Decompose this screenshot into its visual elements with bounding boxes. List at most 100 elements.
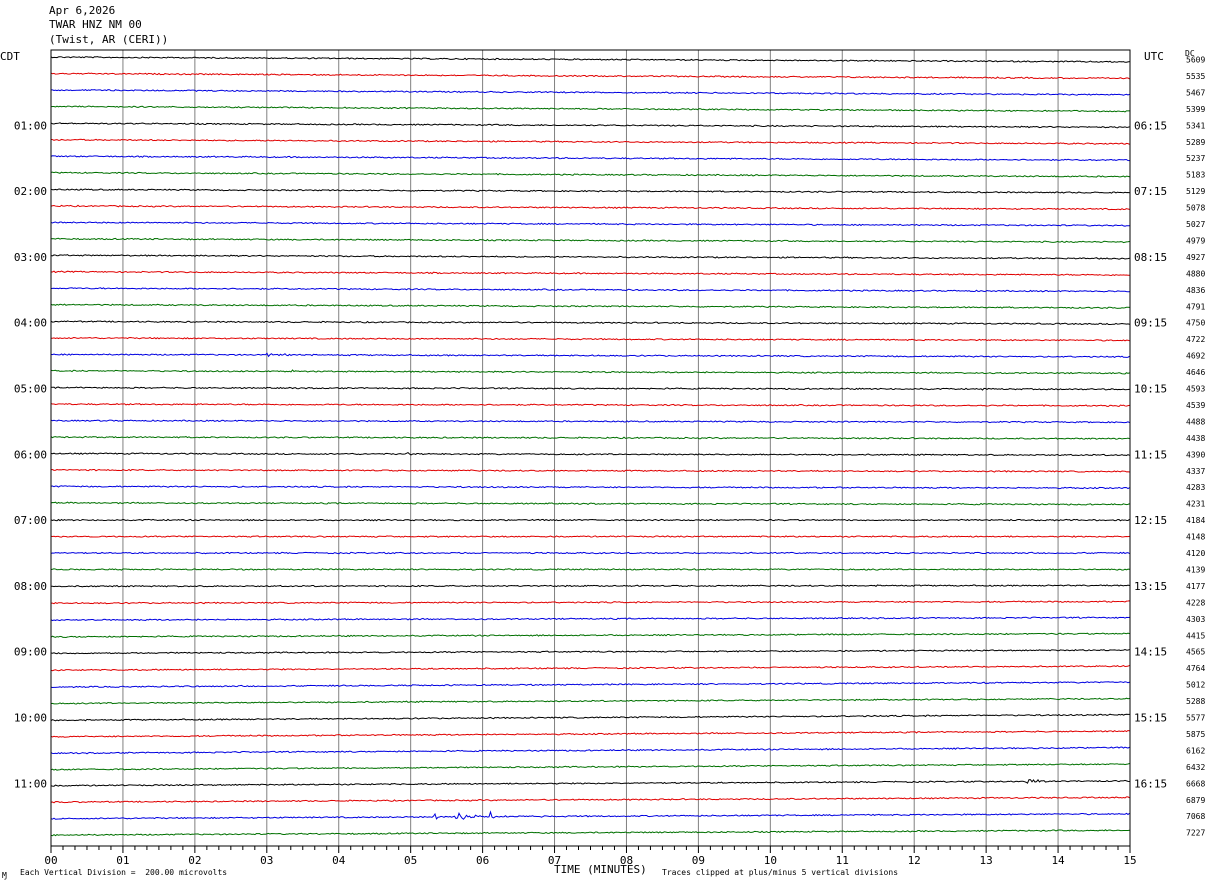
trace-line-24 bbox=[50, 451, 1130, 457]
dc-offset-label-1: 5535 bbox=[1186, 72, 1205, 81]
dc-offset-label-6: 5237 bbox=[1186, 154, 1205, 163]
trace-line-11 bbox=[50, 237, 1130, 244]
dc-offset-label-21: 4539 bbox=[1186, 401, 1205, 410]
dc-offset-label-2: 5467 bbox=[1186, 88, 1205, 97]
trace-line-44 bbox=[50, 779, 1130, 787]
left-hour-label-08:00: 08:00 bbox=[14, 580, 47, 593]
left-hour-label-03:00: 03:00 bbox=[14, 251, 47, 264]
left-hour-label-07:00: 07:00 bbox=[14, 514, 47, 527]
dc-offset-label-24: 4390 bbox=[1186, 450, 1205, 459]
dc-offset-label-27: 4231 bbox=[1186, 500, 1205, 509]
dc-offset-label-9: 5078 bbox=[1186, 204, 1205, 213]
x-tick-label-04: 04 bbox=[332, 854, 346, 867]
x-tick-label-13: 13 bbox=[980, 854, 993, 867]
trace-line-5 bbox=[50, 138, 1130, 145]
trace-line-15 bbox=[50, 303, 1130, 310]
dc-offset-label-40: 5577 bbox=[1186, 714, 1205, 723]
trace-line-40 bbox=[50, 713, 1130, 722]
dc-offset-label-12: 4927 bbox=[1186, 253, 1205, 262]
right-hour-label-14:15: 14:15 bbox=[1134, 646, 1167, 659]
trace-line-28 bbox=[50, 518, 1130, 522]
dc-offset-label-13: 4880 bbox=[1186, 269, 1205, 278]
trace-line-26 bbox=[50, 485, 1130, 490]
right-hour-label-13:15: 13:15 bbox=[1134, 580, 1167, 593]
dc-offset-label-14: 4836 bbox=[1186, 286, 1205, 295]
dc-offset-label-45: 6879 bbox=[1186, 796, 1205, 805]
dc-offset-label-5: 5289 bbox=[1186, 138, 1205, 147]
trace-line-33 bbox=[50, 600, 1130, 605]
trace-line-31 bbox=[50, 568, 1130, 571]
right-hour-label-11:15: 11:15 bbox=[1134, 448, 1167, 461]
right-hour-label-06:15: 06:15 bbox=[1134, 119, 1167, 132]
right-hour-label-08:15: 08:15 bbox=[1134, 251, 1167, 264]
trace-line-32 bbox=[50, 584, 1130, 588]
trace-line-25 bbox=[50, 468, 1130, 473]
left-timezone-label: CDT bbox=[0, 50, 20, 63]
x-tick-label-01: 01 bbox=[116, 854, 129, 867]
trace-line-16 bbox=[50, 320, 1130, 326]
trace-line-38 bbox=[50, 681, 1130, 689]
trace-line-21 bbox=[50, 402, 1130, 408]
trace-line-12 bbox=[50, 254, 1130, 260]
dc-offset-label-35: 4415 bbox=[1186, 631, 1205, 640]
trace-line-35 bbox=[50, 632, 1130, 638]
dc-offset-label-11: 4979 bbox=[1186, 236, 1205, 245]
dc-offset-label-30: 4120 bbox=[1186, 549, 1205, 558]
left-hour-label-11:00: 11:00 bbox=[14, 777, 47, 790]
dc-offset-label-43: 6432 bbox=[1186, 763, 1205, 772]
trace-line-19 bbox=[50, 369, 1130, 375]
trace-line-9 bbox=[50, 204, 1130, 211]
x-tick-label-14: 14 bbox=[1051, 854, 1065, 867]
right-hour-label-16:15: 16:15 bbox=[1134, 777, 1167, 790]
trace-line-34 bbox=[50, 616, 1130, 622]
dc-offset-label-47: 7227 bbox=[1186, 829, 1205, 838]
trace-line-39 bbox=[50, 697, 1130, 705]
x-tick-label-02: 02 bbox=[188, 854, 201, 867]
dc-offset-label-34: 4303 bbox=[1186, 615, 1205, 624]
trace-line-18 bbox=[50, 352, 1130, 359]
dc-offset-label-20: 4593 bbox=[1186, 385, 1205, 394]
trace-line-37 bbox=[50, 665, 1130, 672]
dc-offset-label-3: 5399 bbox=[1186, 105, 1205, 114]
dc-offset-label-33: 4228 bbox=[1186, 598, 1205, 607]
x-axis-title: TIME (MINUTES) bbox=[554, 863, 647, 876]
left-hour-label-04:00: 04:00 bbox=[14, 317, 47, 330]
x-tick-label-05: 05 bbox=[404, 854, 417, 867]
dc-offset-label-31: 4139 bbox=[1186, 565, 1205, 574]
seismogram-plot: 5609553554675399534152895237518351295078… bbox=[14, 49, 1205, 867]
trace-line-36 bbox=[50, 648, 1130, 655]
x-tick-label-15: 15 bbox=[1123, 854, 1136, 867]
dc-offset-label-16: 4750 bbox=[1186, 319, 1205, 328]
x-tick-label-06: 06 bbox=[476, 854, 489, 867]
dc-label: DC bbox=[1185, 49, 1195, 58]
x-tick-label-12: 12 bbox=[908, 854, 921, 867]
dc-offset-label-15: 4791 bbox=[1186, 302, 1205, 311]
x-tick-label-00: 00 bbox=[44, 854, 57, 867]
trace-line-29 bbox=[50, 535, 1130, 538]
dc-offset-label-46: 7068 bbox=[1186, 812, 1205, 821]
x-tick-label-10: 10 bbox=[764, 854, 777, 867]
left-hour-label-10:00: 10:00 bbox=[14, 712, 47, 725]
dc-offset-label-41: 5875 bbox=[1186, 730, 1205, 739]
dc-offset-label-19: 4646 bbox=[1186, 368, 1205, 377]
trace-line-13 bbox=[50, 270, 1130, 276]
left-hour-label-01:00: 01:00 bbox=[14, 119, 47, 132]
trace-line-14 bbox=[50, 287, 1130, 293]
trace-line-45 bbox=[50, 796, 1130, 804]
right-hour-label-07:15: 07:15 bbox=[1134, 185, 1167, 198]
dc-offset-label-4: 5341 bbox=[1186, 121, 1205, 130]
trace-line-47 bbox=[50, 829, 1130, 837]
dc-offset-label-22: 4488 bbox=[1186, 417, 1205, 426]
trace-line-7 bbox=[50, 171, 1130, 178]
dc-offset-label-44: 6668 bbox=[1186, 779, 1205, 788]
trace-line-4 bbox=[50, 122, 1130, 129]
trace-line-23 bbox=[50, 435, 1130, 440]
right-hour-label-10:15: 10:15 bbox=[1134, 383, 1167, 396]
trace-line-20 bbox=[50, 386, 1130, 391]
trace-line-27 bbox=[50, 501, 1130, 506]
dc-offset-label-23: 4438 bbox=[1186, 434, 1205, 443]
corner-mark: Ɱ bbox=[2, 871, 7, 880]
dc-offset-label-28: 4184 bbox=[1186, 516, 1205, 525]
dc-offset-label-10: 5027 bbox=[1186, 220, 1205, 229]
clip-note: Traces clipped at plus/minus 5 vertical … bbox=[662, 868, 899, 877]
